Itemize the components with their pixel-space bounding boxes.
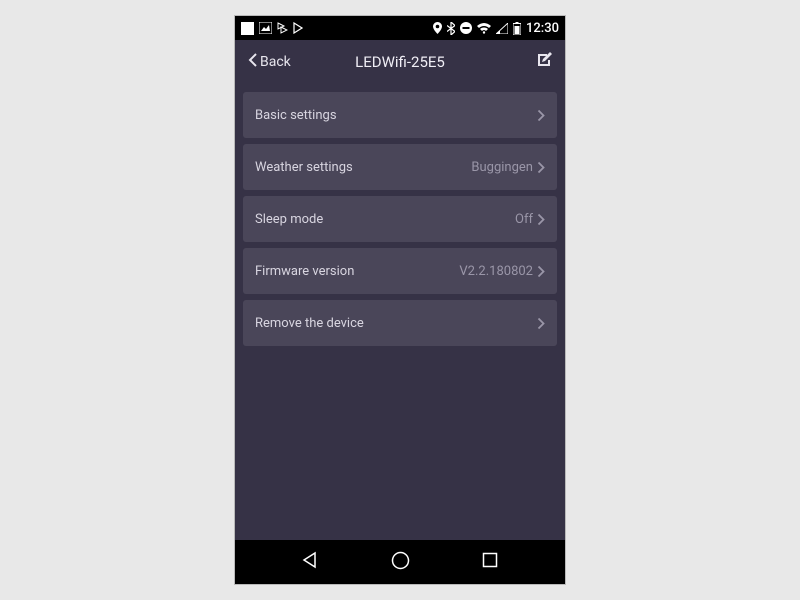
item-right: V2.2.180802 <box>459 264 545 279</box>
item-label: Remove the device <box>255 316 364 331</box>
nav-recent-button[interactable] <box>470 542 510 582</box>
nav-back-button[interactable] <box>290 542 330 582</box>
chevron-right-icon <box>537 109 545 122</box>
item-right <box>533 317 545 330</box>
edit-icon <box>535 51 553 73</box>
basic-settings-item[interactable]: Basic settings <box>243 92 557 138</box>
phone-frame: 12:30 Back LEDWifi-25E5 Basic settings <box>235 16 565 584</box>
weather-settings-item[interactable]: Weather settings Buggingen <box>243 144 557 190</box>
image-icon <box>259 22 272 34</box>
item-right: Buggingen <box>471 160 545 175</box>
bluetooth-icon <box>447 22 455 35</box>
android-nav-bar <box>235 540 565 584</box>
status-left <box>241 22 303 35</box>
play-icon-2 <box>293 22 303 34</box>
page-title: LEDWifi-25E5 <box>355 53 445 71</box>
app-header: Back LEDWifi-25E5 <box>235 40 565 84</box>
chevron-right-icon <box>537 213 545 226</box>
chevron-left-icon <box>247 52 258 72</box>
item-value: Buggingen <box>471 160 533 175</box>
item-label: Sleep mode <box>255 212 323 227</box>
signal-icon <box>496 23 508 34</box>
wifi-icon <box>477 23 491 34</box>
square-icon <box>241 22 254 35</box>
item-label: Weather settings <box>255 160 353 175</box>
item-value: Off <box>515 212 533 227</box>
chevron-right-icon <box>537 265 545 278</box>
square-recent-icon <box>482 552 498 572</box>
nav-home-button[interactable] <box>380 542 420 582</box>
dnd-icon <box>460 22 472 34</box>
edit-button[interactable] <box>535 51 553 73</box>
item-right: Off <box>515 212 545 227</box>
firmware-version-item[interactable]: Firmware version V2.2.180802 <box>243 248 557 294</box>
back-label: Back <box>260 54 291 70</box>
settings-list: Basic settings Weather settings Bugginge… <box>235 84 565 540</box>
status-right: 12:30 <box>433 21 559 36</box>
remove-device-item[interactable]: Remove the device <box>243 300 557 346</box>
location-icon <box>433 22 442 34</box>
chevron-right-icon <box>537 317 545 330</box>
triangle-back-icon <box>301 551 319 573</box>
chevron-right-icon <box>537 161 545 174</box>
status-time: 12:30 <box>526 21 559 36</box>
circle-home-icon <box>391 551 410 574</box>
play-icon-1 <box>277 22 288 34</box>
battery-icon <box>513 22 521 35</box>
status-bar: 12:30 <box>235 16 565 40</box>
item-label: Firmware version <box>255 264 354 279</box>
back-button[interactable]: Back <box>247 52 291 72</box>
item-right <box>533 109 545 122</box>
item-label: Basic settings <box>255 108 337 123</box>
item-value: V2.2.180802 <box>459 264 533 279</box>
sleep-mode-item[interactable]: Sleep mode Off <box>243 196 557 242</box>
